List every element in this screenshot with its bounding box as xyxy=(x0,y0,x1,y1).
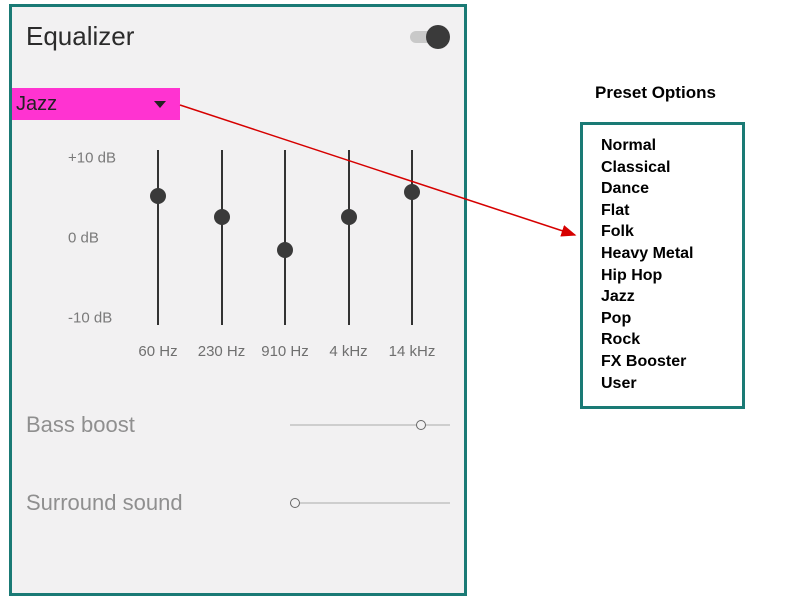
band-slider[interactable]: 60 Hz xyxy=(130,150,186,370)
freq-label: 14 kHz xyxy=(389,343,436,360)
preset-selected-label: Jazz xyxy=(16,93,57,116)
header: Equalizer xyxy=(12,7,464,60)
preset-option: Classical xyxy=(601,157,728,179)
axis-mid-label: 0 dB xyxy=(68,230,99,247)
page-title: Equalizer xyxy=(26,21,134,52)
band-slider[interactable]: 4 kHz xyxy=(321,150,377,370)
preset-option: Jazz xyxy=(601,286,728,308)
surround-sound-row: Surround sound xyxy=(12,460,464,538)
axis-top-label: +10 dB xyxy=(68,150,116,167)
slider-track xyxy=(411,150,413,325)
slider-thumb[interactable] xyxy=(416,420,426,430)
slider-track xyxy=(221,150,223,325)
preset-dropdown[interactable]: Jazz xyxy=(12,88,180,120)
preset-option: Pop xyxy=(601,308,728,330)
slider-row: 60 Hz 230 Hz 910 Hz 4 kHz xyxy=(130,150,440,370)
freq-label: 60 Hz xyxy=(138,343,177,360)
preset-option: Folk xyxy=(601,221,728,243)
toggle-knob xyxy=(426,25,450,49)
freq-label: 910 Hz xyxy=(261,343,309,360)
slider-thumb[interactable] xyxy=(290,498,300,508)
chevron-down-icon xyxy=(154,101,166,108)
bass-boost-label: Bass boost xyxy=(26,412,135,438)
preset-option: Flat xyxy=(601,200,728,222)
preset-options-box: Normal Classical Dance Flat Folk Heavy M… xyxy=(580,122,745,409)
slider-track xyxy=(290,503,450,504)
preset-option: Rock xyxy=(601,329,728,351)
equalizer-toggle[interactable] xyxy=(408,25,450,49)
freq-label: 4 kHz xyxy=(329,343,367,360)
preset-option: Hip Hop xyxy=(601,265,728,287)
slider-thumb[interactable] xyxy=(404,184,420,200)
slider-track xyxy=(348,150,350,325)
surround-sound-label: Surround sound xyxy=(26,490,183,516)
preset-option: Normal xyxy=(601,135,728,157)
band-slider[interactable]: 230 Hz xyxy=(194,150,250,370)
slider-thumb[interactable] xyxy=(341,209,357,225)
preset-option: Heavy Metal xyxy=(601,243,728,265)
preset-options-heading: Preset Options xyxy=(595,83,716,103)
preset-option: FX Booster xyxy=(601,351,728,373)
preset-option: User xyxy=(601,373,728,395)
freq-label: 230 Hz xyxy=(198,343,246,360)
slider-thumb[interactable] xyxy=(277,242,293,258)
band-slider[interactable]: 14 kHz xyxy=(384,150,440,370)
slider-track xyxy=(284,150,286,325)
bass-boost-slider[interactable] xyxy=(290,418,450,432)
preset-option: Dance xyxy=(601,178,728,200)
equalizer-bands: +10 dB 0 dB -10 dB 60 Hz 230 Hz 910 Hz xyxy=(12,140,464,390)
slider-track xyxy=(157,150,159,325)
slider-thumb[interactable] xyxy=(150,188,166,204)
axis-bottom-label: -10 dB xyxy=(68,310,112,327)
band-slider[interactable]: 910 Hz xyxy=(257,150,313,370)
slider-thumb[interactable] xyxy=(214,209,230,225)
equalizer-panel: Equalizer Jazz +10 dB 0 dB -10 dB 60 Hz xyxy=(9,4,467,596)
surround-sound-slider[interactable] xyxy=(290,496,450,510)
bass-boost-row: Bass boost xyxy=(12,390,464,460)
